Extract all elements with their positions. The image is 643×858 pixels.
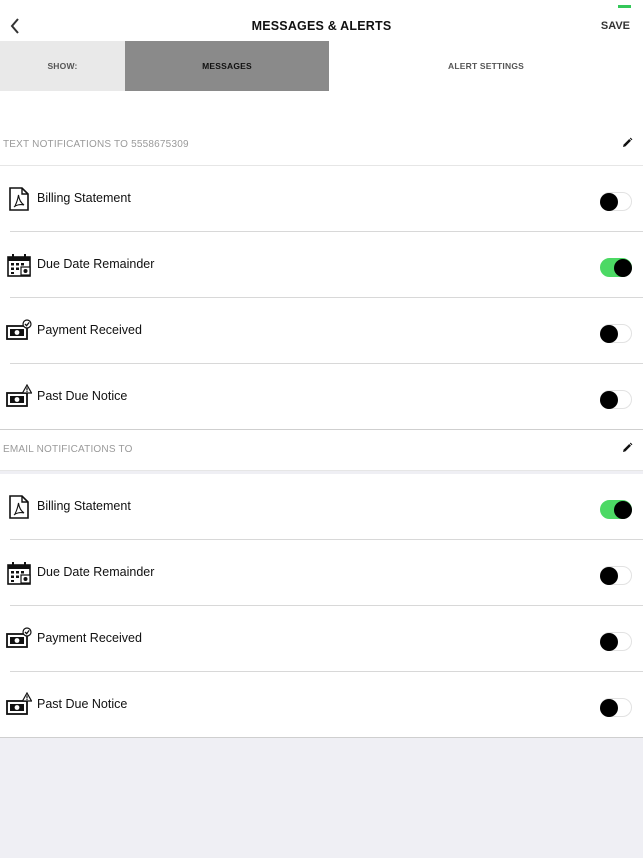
list-item-email-past-due: Past Due Notice (0, 672, 643, 738)
section-header-email-notifications: EMAIL NOTIFICATIONS TO (0, 430, 643, 471)
payment-received-text-toggle[interactable] (600, 324, 632, 343)
pencil-icon[interactable] (621, 442, 633, 454)
list-item-email-billing-statement: Billing Statement (0, 474, 643, 540)
payment-received-icon (6, 627, 32, 648)
tab-messages[interactable]: MESSAGES (125, 41, 329, 91)
status-indicator (618, 5, 631, 8)
list-item-label: Payment Received (37, 323, 142, 337)
spacer (0, 91, 643, 125)
section-label: EMAIL NOTIFICATIONS TO (3, 444, 133, 455)
past-due-text-toggle[interactable] (600, 390, 632, 409)
past-due-warning-icon (6, 692, 32, 715)
save-button[interactable]: SAVE (601, 20, 630, 32)
due-date-text-toggle[interactable] (600, 258, 632, 277)
payment-received-icon (6, 319, 32, 340)
billing-statement-text-toggle[interactable] (600, 192, 632, 211)
billing-statement-email-toggle[interactable] (600, 500, 632, 519)
due-date-email-toggle[interactable] (600, 566, 632, 585)
payment-received-email-toggle[interactable] (600, 632, 632, 651)
list-item-label: Payment Received (37, 631, 142, 645)
list-item-label: Past Due Notice (37, 389, 128, 403)
calendar-icon (7, 562, 31, 585)
section-header-text-notifications: TEXT NOTIFICATIONS TO 5558675309 (0, 125, 643, 166)
tab-bar: SHOW: MESSAGES ALERT SETTINGS (0, 41, 643, 91)
list-item-label: Billing Statement (37, 499, 131, 513)
past-due-email-toggle[interactable] (600, 698, 632, 717)
pdf-document-icon (9, 495, 29, 519)
list-item-text-billing-statement: Billing Statement (0, 166, 643, 232)
tab-alert-settings[interactable]: ALERT SETTINGS (329, 41, 643, 91)
page-title: MESSAGES & ALERTS (251, 19, 392, 33)
pencil-icon[interactable] (621, 137, 633, 149)
list-item-email-due-date: Due Date Remainder (0, 540, 643, 606)
calendar-icon (7, 254, 31, 277)
pdf-document-icon (9, 187, 29, 211)
list-item-text-past-due: Past Due Notice (0, 364, 643, 430)
tab-show-label: SHOW: (0, 41, 125, 91)
section-label: TEXT NOTIFICATIONS TO 5558675309 (3, 139, 189, 150)
list-item-text-payment-received: Payment Received (0, 298, 643, 364)
list-item-email-payment-received: Payment Received (0, 606, 643, 672)
list-item-label: Due Date Remainder (37, 565, 155, 579)
list-item-label: Past Due Notice (37, 697, 128, 711)
list-item-label: Billing Statement (37, 191, 131, 205)
navigation-bar: MESSAGES & ALERTS SAVE (0, 0, 643, 41)
list-item-label: Due Date Remainder (37, 257, 155, 271)
list-item-text-due-date: Due Date Remainder (0, 232, 643, 298)
past-due-warning-icon (6, 384, 32, 407)
